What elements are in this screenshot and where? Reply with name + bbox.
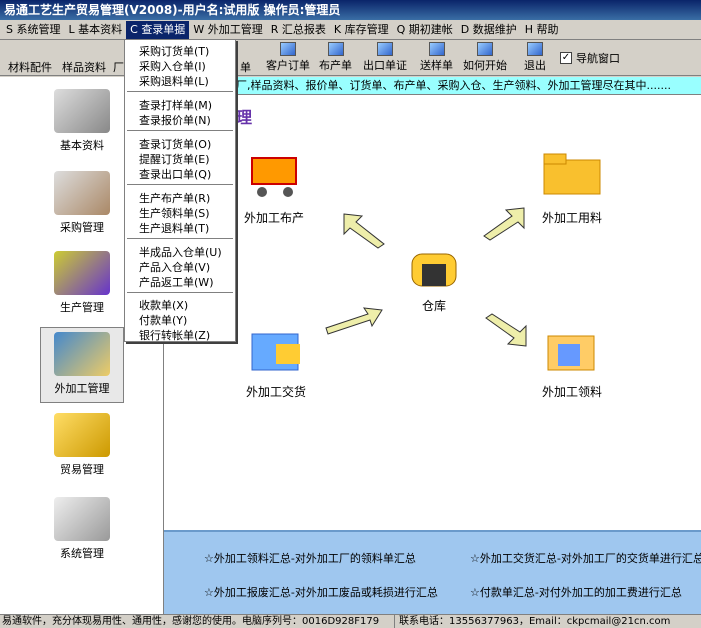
toolbar-how-to-start-button[interactable]: 如何开始 — [463, 42, 507, 74]
sidebar-item-system[interactable]: 系统管理 — [40, 497, 124, 561]
truck-icon — [54, 171, 110, 215]
warehouse-icon — [411, 253, 457, 287]
toolbar-sample-send-button[interactable]: 送样单 — [420, 42, 453, 74]
arrow-up-right-icon — [483, 207, 525, 241]
arrow-down-right-icon — [485, 313, 527, 347]
flow-warehouse[interactable]: 仓库 — [410, 248, 458, 314]
dropdown-item[interactable]: 提醒订货单(E) — [139, 151, 210, 167]
menu-help[interactable]: H 帮助 — [521, 21, 563, 39]
menu-bar: S 系统管理 L 基本资料 C 查录单据 W 外加工管理 R 汇总报表 K 库存… — [0, 20, 701, 40]
exit-icon — [527, 42, 543, 56]
sidebar-item-outsourcing[interactable]: 外加工管理 — [40, 327, 124, 403]
menu-basic-data[interactable]: L 基本资料 — [64, 21, 126, 39]
dropdown-item[interactable]: 采购入仓单(I) — [139, 58, 206, 74]
menu-reports[interactable]: R 汇总报表 — [267, 21, 330, 39]
flow-outsource-delivery[interactable]: 外加工交货 — [246, 330, 306, 400]
menu-data-maintenance[interactable]: D 数据维护 — [457, 21, 521, 39]
dropdown-item[interactable]: 生产布产单(R) — [139, 190, 210, 206]
delivery-icon — [251, 333, 300, 371]
flow-outsource-materials[interactable]: 外加工用料 — [540, 150, 604, 226]
query-documents-dropdown: 采购订货单(T) 采购入仓单(I) 采购退料单(L) 查录打样单(M) 查录报价… — [124, 39, 236, 342]
arrow-up-left-icon — [343, 213, 385, 249]
checkbox-icon: ✓ — [560, 52, 572, 64]
menu-outsourcing[interactable]: W 外加工管理 — [189, 21, 266, 39]
marquee-banner: 厂,样品资料、报价单、订货单、布产单、采购入仓、生产领料、外加工管理尽在其中..… — [164, 77, 701, 95]
toolbar-exit-button[interactable]: 退出 — [524, 42, 546, 74]
menu-query-documents[interactable]: C 查录单据 — [126, 20, 190, 39]
summary-link-picking[interactable]: ☆外加工领料汇总-对外加工厂的领料单汇总 — [204, 550, 416, 566]
nav-window-checkbox[interactable]: ✓ 导航窗口 — [560, 50, 620, 66]
summary-link-payment[interactable]: ☆付款单汇总-对付外加工的加工费进行汇总 — [470, 584, 682, 600]
shopping-cart-icon — [251, 157, 297, 197]
menu-opening-accounts[interactable]: Q 期初建帐 — [393, 21, 457, 39]
document-icon — [280, 42, 296, 56]
sidebar-item-basic-data[interactable]: 基本资料 — [40, 89, 124, 153]
document-icon — [327, 42, 344, 56]
arrow-right-up-icon — [325, 307, 383, 335]
menu-inventory[interactable]: K 库存管理 — [330, 21, 393, 39]
toolbar-customer-order-button[interactable]: 客户订单 — [266, 42, 310, 74]
dropdown-item[interactable]: 产品返工单(W) — [139, 274, 213, 290]
dropdown-item[interactable]: 查录出口单(Q) — [139, 166, 211, 182]
status-right: 联系电话：13556377963，Email：ckpcmail@21cn.com — [394, 615, 670, 628]
toolbar-production-button[interactable]: 布产单 — [319, 42, 352, 74]
factory-icon — [54, 332, 110, 376]
gold-icon — [54, 413, 110, 457]
flow-outsource-picking[interactable]: 外加工领料 — [542, 330, 602, 400]
documents-icon — [54, 89, 110, 133]
status-left: 易通软件，充分体现易用性、通用性，感谢您的使用。电脑序列号：0016D928F1… — [2, 616, 380, 627]
dropdown-item[interactable]: 查录报价单(N) — [139, 112, 211, 128]
sidebar-item-purchasing[interactable]: 采购管理 — [40, 171, 124, 235]
laptop-icon — [54, 497, 110, 541]
dropdown-item[interactable]: 采购订货单(T) — [139, 43, 209, 59]
summary-panel: ☆外加工领料汇总-对外加工厂的领料单汇总 ☆外加工交货汇总-对外加工厂的交货单进… — [164, 530, 701, 614]
summary-link-delivery[interactable]: ☆外加工交货汇总-对外加工厂的交货单进行汇总 — [470, 550, 701, 566]
sidebar-item-trade[interactable]: 贸易管理 — [40, 413, 124, 477]
window-title: 易通工艺生产贸易管理(V2008)-用户名:试用版 操作员:管理员 — [0, 0, 701, 20]
flow-outsource-production[interactable]: 外加工布产 — [244, 150, 304, 226]
export-icon — [377, 42, 393, 56]
send-icon — [428, 42, 445, 56]
folder-icon — [543, 153, 601, 195]
picking-icon — [547, 335, 595, 371]
status-bar: 易通软件，充分体现易用性、通用性，感谢您的使用。电脑序列号：0016D928F1… — [0, 614, 701, 628]
sidebar-item-production[interactable]: 生产管理 — [40, 251, 124, 315]
dropdown-item[interactable]: 银行转帐单(Z) — [139, 327, 210, 343]
dropdown-item[interactable]: 生产退料单(T) — [139, 220, 209, 236]
menu-system[interactable]: S 系统管理 — [2, 21, 64, 39]
toolbar-export-button[interactable]: 出口单证 — [363, 42, 407, 74]
dropdown-item[interactable]: 半成品入仓单(U) — [139, 244, 222, 260]
help-icon — [477, 42, 493, 56]
dropdown-item[interactable]: 收款单(X) — [139, 297, 188, 313]
summary-link-scrap[interactable]: ☆外加工报废汇总-对外加工废品或耗损进行汇总 — [204, 584, 438, 600]
dropdown-item[interactable]: 采购退料单(L) — [139, 73, 209, 89]
cart-icon — [54, 251, 110, 295]
dropdown-item[interactable]: 查录订货单(O) — [139, 136, 211, 152]
dropdown-item[interactable]: 产品入仓单(V) — [139, 259, 210, 275]
dropdown-item[interactable]: 查录打样单(M) — [139, 97, 212, 113]
dropdown-item[interactable]: 付款单(Y) — [139, 312, 187, 328]
dropdown-item[interactable]: 生产领料单(S) — [139, 205, 210, 221]
